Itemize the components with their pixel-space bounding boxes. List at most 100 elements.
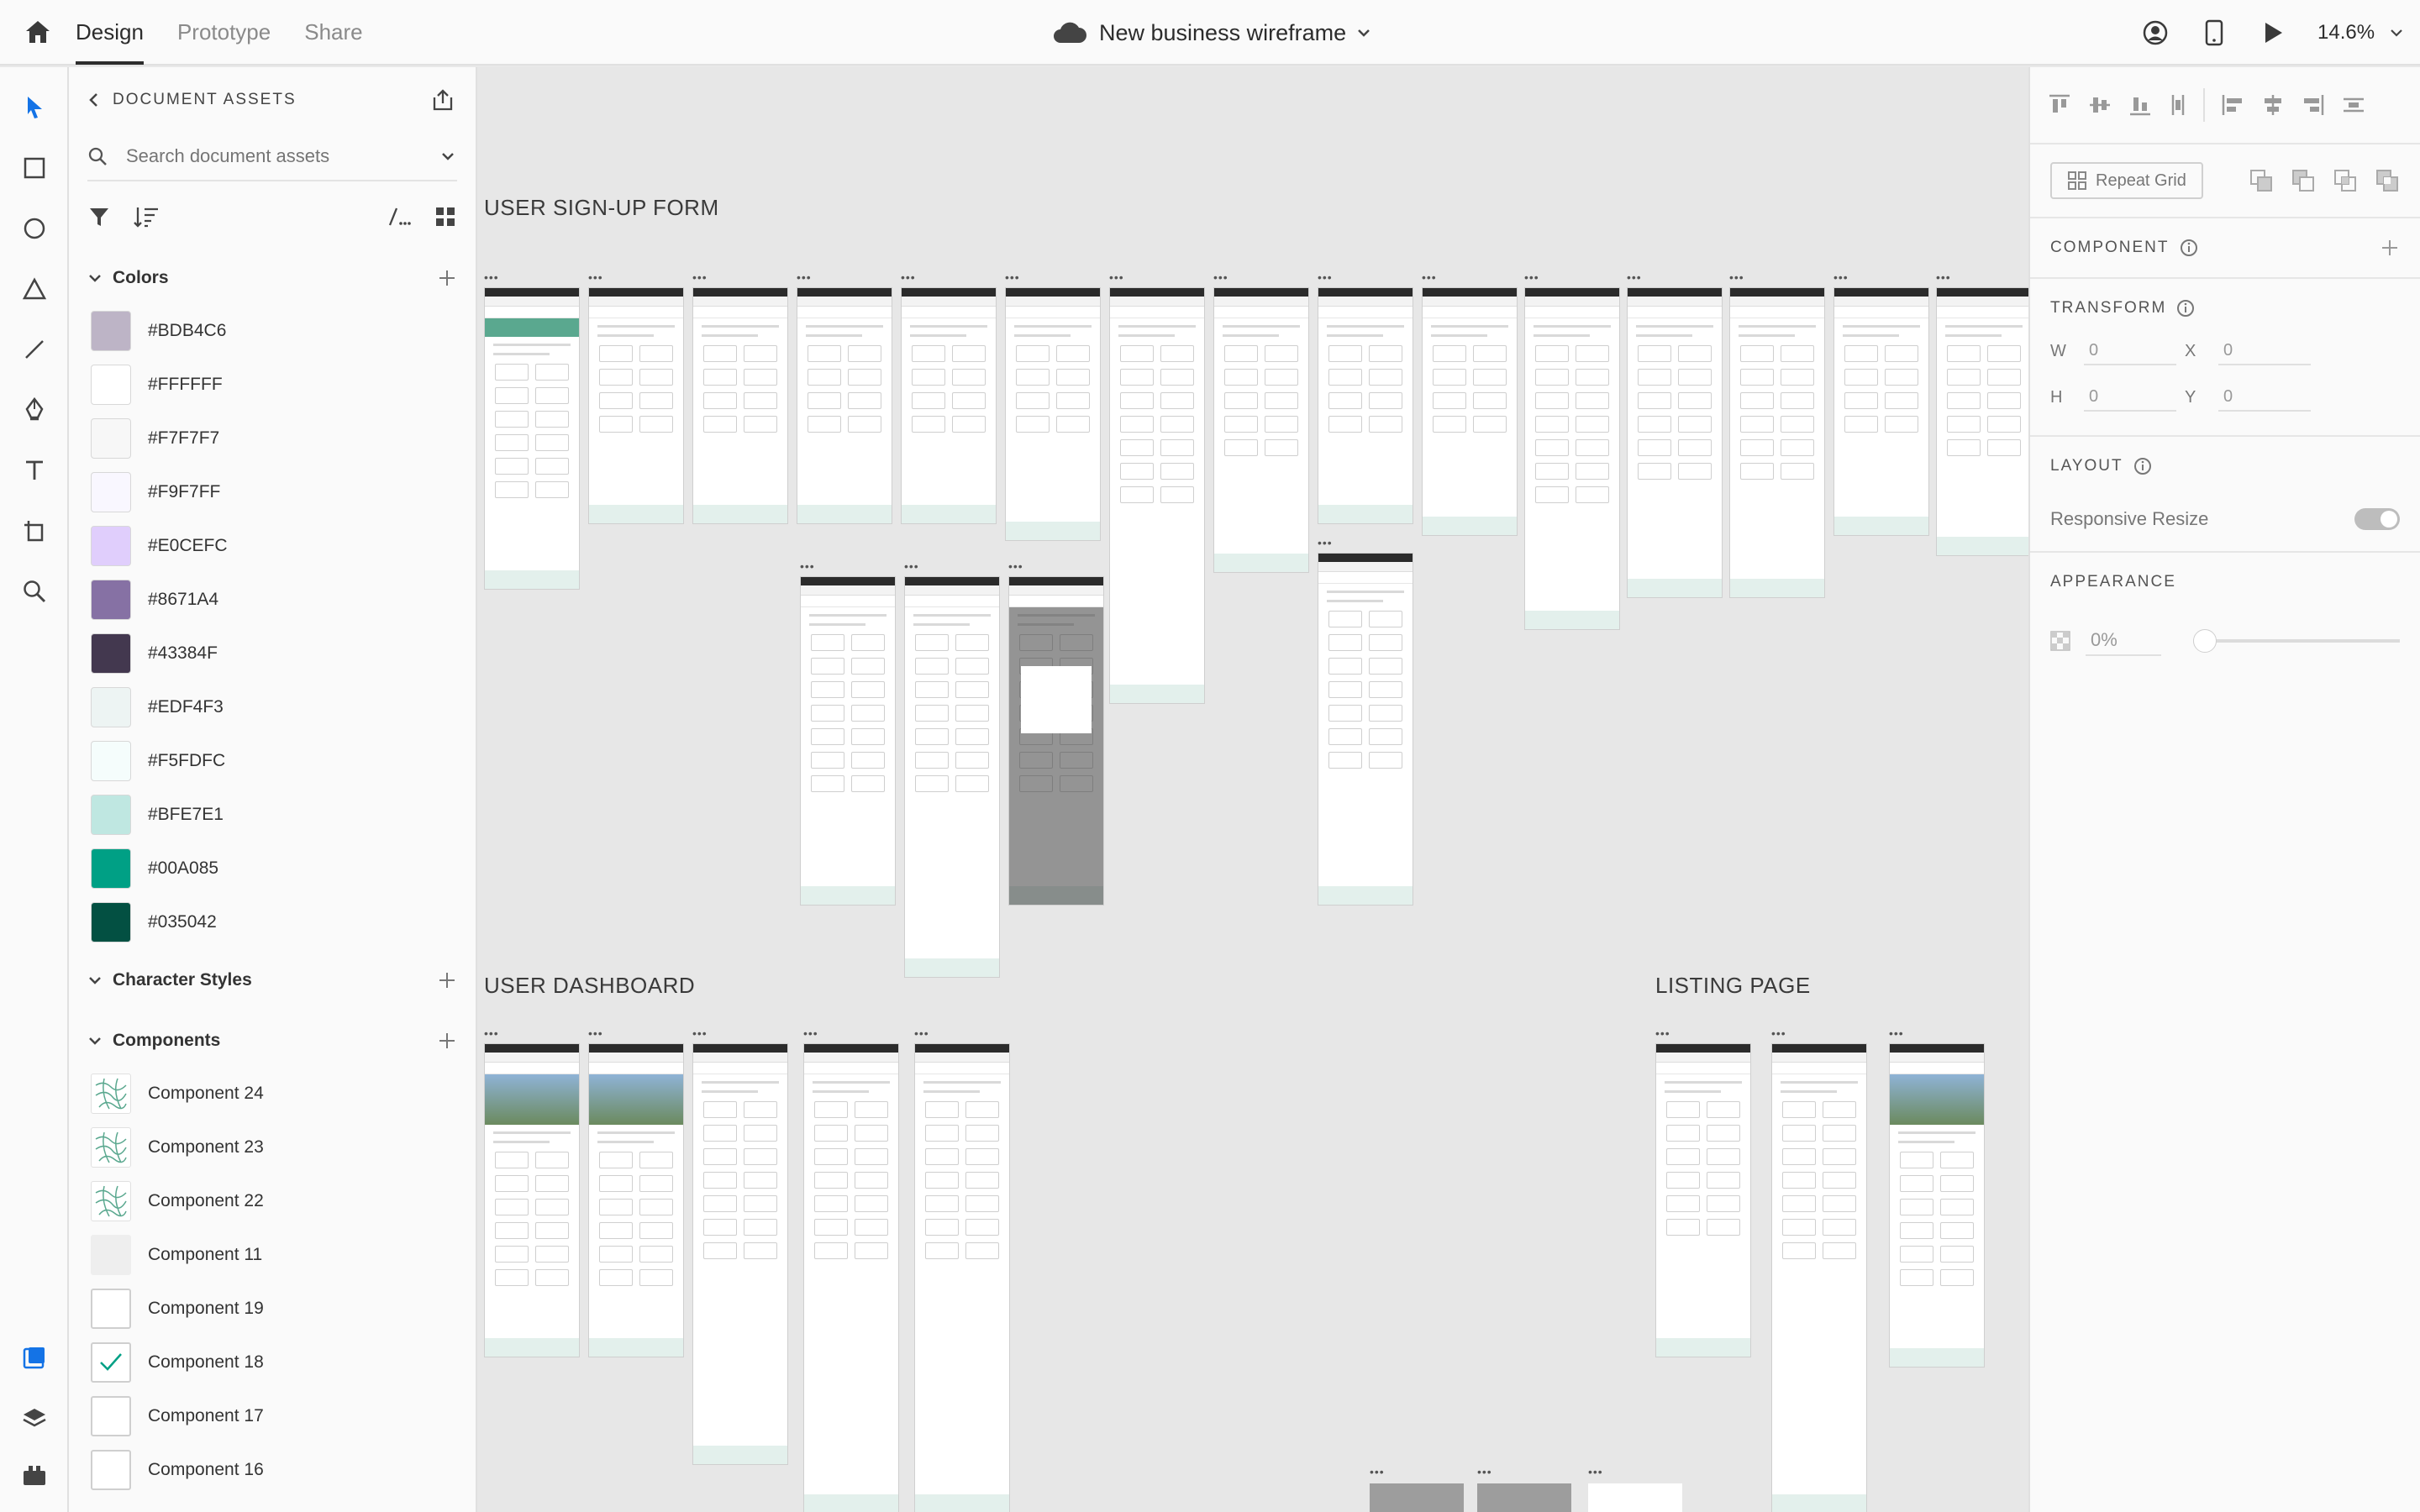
align-bottom-icon[interactable] xyxy=(2128,92,2153,118)
artboard-handle[interactable]: ••• xyxy=(484,1026,499,1040)
plus-icon[interactable] xyxy=(437,970,457,990)
color-asset[interactable]: #BDB4C6 xyxy=(69,304,476,358)
pen-tool[interactable] xyxy=(0,380,69,440)
artboard-handle[interactable]: ••• xyxy=(692,1026,708,1040)
wireframe-artboard[interactable] xyxy=(1936,287,2028,556)
tab-design[interactable]: Design xyxy=(76,0,144,65)
artboard-handle[interactable]: ••• xyxy=(1477,1465,1492,1478)
document-title-menu[interactable]: New business wireframe xyxy=(1050,0,1373,66)
color-asset[interactable]: #035042 xyxy=(69,895,476,949)
polygon-tool[interactable] xyxy=(0,259,69,319)
color-asset[interactable]: #43384F xyxy=(69,627,476,680)
opacity-slider-knob[interactable] xyxy=(2193,629,2217,653)
wireframe-artboard[interactable] xyxy=(588,287,684,524)
info-icon[interactable] xyxy=(2176,299,2195,318)
sort-icon[interactable] xyxy=(133,204,160,229)
artboard-handle[interactable]: ••• xyxy=(1008,559,1023,573)
components-section-header[interactable]: Components xyxy=(69,1015,476,1067)
boolean-subtract-icon[interactable] xyxy=(2291,168,2316,193)
wireframe-artboard[interactable] xyxy=(1833,287,1929,536)
color-asset[interactable]: #E0CEFC xyxy=(69,519,476,573)
artboard-handle[interactable]: ••• xyxy=(1655,1026,1670,1040)
align-left-icon[interactable] xyxy=(2220,92,2245,118)
wireframe-artboard[interactable] xyxy=(1422,287,1518,536)
user-share-button[interactable] xyxy=(2126,0,2185,66)
responsive-resize-toggle[interactable] xyxy=(2354,508,2400,530)
wireframe-artboard[interactable] xyxy=(1008,576,1104,906)
boolean-exclude-icon[interactable] xyxy=(2375,168,2400,193)
color-asset[interactable]: #F7F7F7 xyxy=(69,412,476,465)
artboard-handle[interactable]: ••• xyxy=(484,270,499,284)
artboard-handle[interactable]: ••• xyxy=(1318,536,1333,549)
color-asset[interactable]: #EDF4F3 xyxy=(69,680,476,734)
artboard-handle[interactable]: ••• xyxy=(1318,270,1333,284)
line-tool[interactable] xyxy=(0,319,69,380)
artboard-handle[interactable]: ••• xyxy=(1936,270,1951,284)
device-preview-button[interactable] xyxy=(2185,0,2244,66)
opacity-field[interactable]: 0% xyxy=(2086,626,2161,656)
wireframe-artboard[interactable] xyxy=(1318,287,1413,524)
plus-icon[interactable] xyxy=(2380,238,2400,258)
boolean-add-icon[interactable] xyxy=(2249,168,2274,193)
placeholder-artboard[interactable] xyxy=(1477,1483,1571,1512)
wireframe-artboard[interactable] xyxy=(1005,287,1101,541)
artboard-handle[interactable]: ••• xyxy=(1833,270,1849,284)
component-asset[interactable]: Component 16 xyxy=(69,1443,476,1497)
list-view-icon[interactable] xyxy=(387,205,412,228)
distribute-vertical-icon[interactable] xyxy=(2168,92,2188,118)
plus-icon[interactable] xyxy=(437,268,457,288)
component-asset[interactable]: Component 22 xyxy=(69,1174,476,1228)
filter-icon[interactable] xyxy=(87,205,111,228)
text-tool[interactable] xyxy=(0,440,69,501)
y-field[interactable]: 0 xyxy=(2218,384,2311,412)
align-center-icon[interactable] xyxy=(2260,92,2286,118)
color-asset[interactable]: #F5FDFC xyxy=(69,734,476,788)
distribute-horizontal-icon[interactable] xyxy=(2341,95,2366,115)
placeholder-artboard[interactable] xyxy=(1588,1483,1682,1512)
wireframe-artboard[interactable] xyxy=(1524,287,1620,630)
component-asset[interactable]: Component 17 xyxy=(69,1389,476,1443)
artboard-handle[interactable]: ••• xyxy=(588,270,603,284)
select-tool[interactable] xyxy=(0,77,69,138)
artboard-handle[interactable]: ••• xyxy=(1370,1465,1385,1478)
artboard-handle[interactable]: ••• xyxy=(1109,270,1124,284)
component-asset[interactable]: Component 24 xyxy=(69,1067,476,1121)
artboard-handle[interactable]: ••• xyxy=(803,1026,818,1040)
artboard-handle[interactable]: ••• xyxy=(901,270,916,284)
tab-prototype[interactable]: Prototype xyxy=(177,0,271,65)
wireframe-artboard[interactable] xyxy=(1729,287,1825,598)
width-field[interactable]: 0 xyxy=(2084,338,2176,365)
wireframe-artboard[interactable] xyxy=(1109,287,1205,704)
artboard-handle[interactable]: ••• xyxy=(1889,1026,1904,1040)
rectangle-tool[interactable] xyxy=(0,138,69,198)
zoom-tool[interactable] xyxy=(0,561,69,622)
artboard-handle[interactable]: ••• xyxy=(1627,270,1642,284)
component-asset[interactable]: Component 11 xyxy=(69,1228,476,1282)
plus-icon[interactable] xyxy=(437,1031,457,1051)
home-button[interactable] xyxy=(0,0,76,65)
artboard-handle[interactable]: ••• xyxy=(797,270,812,284)
wireframe-artboard[interactable] xyxy=(1213,287,1309,573)
artboard-handle[interactable]: ••• xyxy=(1588,1465,1603,1478)
grid-view-icon[interactable] xyxy=(434,205,457,228)
wireframe-artboard[interactable] xyxy=(588,1043,684,1357)
artboard-handle[interactable]: ••• xyxy=(1005,270,1020,284)
assets-panel-button[interactable] xyxy=(0,1331,69,1384)
component-asset[interactable]: Component 19 xyxy=(69,1282,476,1336)
color-asset[interactable]: #8671A4 xyxy=(69,573,476,627)
search-input[interactable] xyxy=(126,145,439,167)
artboard-handle[interactable]: ••• xyxy=(1524,270,1539,284)
artboard-handle[interactable]: ••• xyxy=(1771,1026,1786,1040)
artboard-handle[interactable]: ••• xyxy=(588,1026,603,1040)
wireframe-artboard[interactable] xyxy=(797,287,892,524)
artboard-handle[interactable]: ••• xyxy=(1729,270,1744,284)
wireframe-artboard[interactable] xyxy=(484,287,580,590)
align-middle-icon[interactable] xyxy=(2087,92,2112,118)
tab-share[interactable]: Share xyxy=(304,0,362,65)
wireframe-artboard[interactable] xyxy=(692,287,788,524)
info-icon[interactable] xyxy=(2180,239,2198,257)
plugins-panel-button[interactable] xyxy=(0,1448,69,1502)
ellipse-tool[interactable] xyxy=(0,198,69,259)
wireframe-artboard[interactable] xyxy=(1627,287,1723,598)
repeat-grid-button[interactable]: Repeat Grid xyxy=(2050,162,2203,199)
